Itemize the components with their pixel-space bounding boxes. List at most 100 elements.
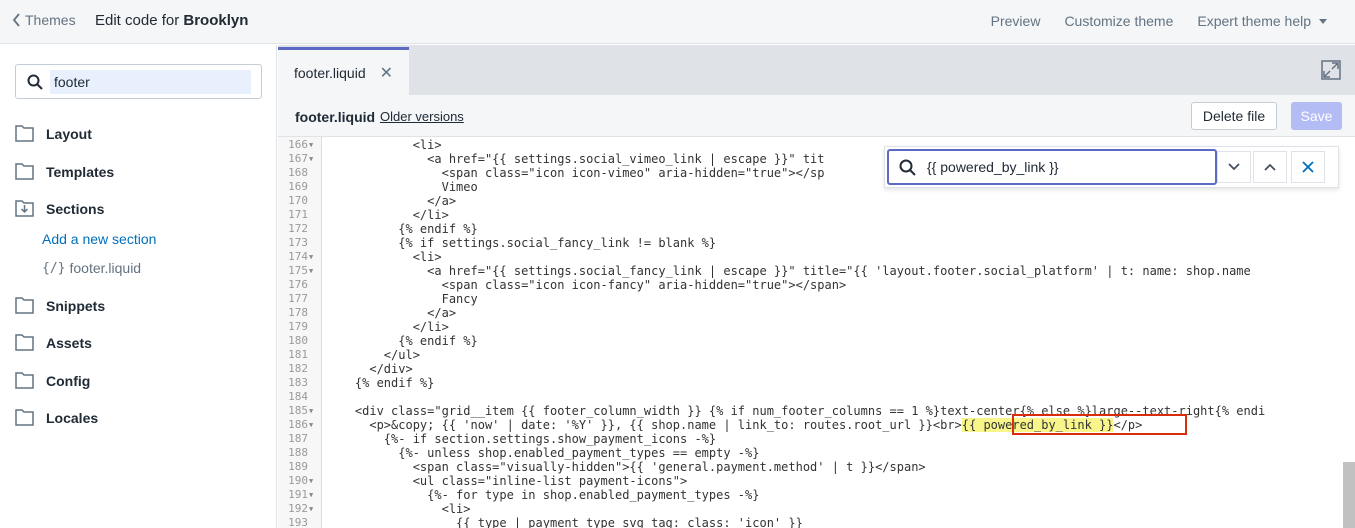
expert-theme-help-dropdown[interactable]: Expert theme help bbox=[1197, 13, 1327, 29]
find-input[interactable]: {{ powered_by_link }} bbox=[887, 149, 1217, 185]
folder-config[interactable]: Config bbox=[15, 372, 90, 389]
file-footer-liquid[interactable]: {/} footer.liquid bbox=[42, 260, 141, 276]
code-line: 172 {% endif %} bbox=[278, 222, 1355, 236]
expand-icon[interactable] bbox=[1321, 60, 1341, 80]
code-line: 181 </ul> bbox=[278, 348, 1355, 362]
code-line: 176 <span class="icon icon-fancy" aria-h… bbox=[278, 278, 1355, 292]
line-number: 184 bbox=[288, 390, 308, 403]
code-text: {% if settings.social_fancy_link != blan… bbox=[326, 236, 717, 250]
chevron-up-icon bbox=[1264, 163, 1276, 171]
code-line: 175 ▼ <a href="{{ settings.social_fancy_l… bbox=[278, 264, 1355, 278]
find-next-button[interactable] bbox=[1217, 151, 1251, 183]
folder-layout[interactable]: Layout bbox=[15, 125, 92, 142]
delete-file-button[interactable]: Delete file bbox=[1191, 102, 1277, 130]
search-icon bbox=[899, 159, 916, 176]
preview-link[interactable]: Preview bbox=[991, 13, 1041, 29]
fold-arrow-icon[interactable]: ▼ bbox=[309, 404, 313, 418]
line-number: 172 bbox=[288, 222, 308, 235]
customize-theme-link[interactable]: Customize theme bbox=[1064, 13, 1173, 29]
code-text: {%- for type in shop.enabled_payment_typ… bbox=[326, 488, 760, 502]
code-line: 193 {{ type | payment_type_svg_tag: clas… bbox=[278, 516, 1355, 528]
file-footer-liquid-label: footer.liquid bbox=[69, 260, 142, 276]
code-line: 186 ▼ <p>&copy; {{ 'now' | date: '%Y' }},… bbox=[278, 418, 1355, 432]
code-line: 180 {% endif %} bbox=[278, 334, 1355, 348]
folder-config-label: Config bbox=[46, 372, 91, 389]
line-number: 180 bbox=[288, 334, 308, 347]
folder-layout-label: Layout bbox=[46, 125, 92, 142]
tab-footer-liquid[interactable]: footer.liquid ✕ bbox=[278, 47, 409, 95]
fold-arrow-icon[interactable]: ▼ bbox=[309, 418, 313, 432]
code-text: {% endif %} bbox=[326, 222, 478, 236]
file-search-input[interactable]: footer bbox=[15, 64, 262, 99]
code-line: 174 ▼ <li> bbox=[278, 250, 1355, 264]
code-text: {% endif %} bbox=[326, 376, 435, 390]
code-text: <a href="{{ settings.social_fancy_link |… bbox=[326, 264, 1251, 278]
fold-arrow-icon[interactable]: ▼ bbox=[309, 474, 313, 488]
tab-label: footer.liquid bbox=[294, 64, 366, 81]
folder-sections[interactable]: Sections bbox=[15, 200, 104, 217]
fold-arrow-icon[interactable]: ▼ bbox=[309, 138, 313, 152]
code-line: 188 {%- unless shop.enabled_payment_type… bbox=[278, 446, 1355, 460]
folder-icon bbox=[15, 163, 34, 180]
folder-open-icon bbox=[15, 200, 34, 217]
line-number: 189 bbox=[288, 460, 308, 473]
line-number: 170 bbox=[288, 194, 308, 207]
scrollbar[interactable] bbox=[1343, 462, 1355, 528]
line-number: 175 bbox=[288, 264, 308, 277]
line-number: 167 bbox=[288, 152, 308, 165]
code-text: <span class="icon icon-fancy" aria-hidde… bbox=[326, 278, 847, 292]
chevron-down-icon bbox=[1228, 163, 1240, 171]
fold-arrow-icon[interactable]: ▼ bbox=[309, 502, 313, 516]
file-sidebar: footer Layout Templates Sections Add a n… bbox=[0, 45, 277, 528]
save-button[interactable]: Save bbox=[1291, 102, 1342, 130]
code-line: 190 ▼ <ul class="inline-list payment-icon… bbox=[278, 474, 1355, 488]
close-icon[interactable]: ✕ bbox=[380, 63, 393, 83]
folder-icon bbox=[15, 125, 34, 142]
code-text: </a> bbox=[326, 306, 457, 320]
fold-arrow-icon[interactable]: ▼ bbox=[309, 488, 313, 502]
fold-arrow-icon[interactable]: ▼ bbox=[309, 152, 313, 166]
folder-icon bbox=[15, 297, 34, 314]
line-number: 191 bbox=[288, 488, 308, 501]
code-line: 187 {%- if section.settings.show_payment… bbox=[278, 432, 1355, 446]
theme-name: Brooklyn bbox=[183, 12, 249, 29]
fold-arrow-icon[interactable]: ▼ bbox=[309, 264, 313, 278]
folder-icon bbox=[15, 334, 34, 351]
code-editor[interactable]: 166 ▼ <li> 167 ▼ <a href="{{ settings.socia… bbox=[278, 137, 1355, 528]
folder-snippets[interactable]: Snippets bbox=[15, 297, 105, 314]
code-line: 173 {% if settings.social_fancy_link != … bbox=[278, 236, 1355, 250]
line-number: 185 bbox=[288, 404, 308, 417]
code-line: 185 ▼ <div class="grid__item {{ footer_co… bbox=[278, 404, 1355, 418]
folder-locales[interactable]: Locales bbox=[15, 409, 98, 426]
expert-theme-help-label: Expert theme help bbox=[1197, 13, 1311, 29]
code-line: 179 </li> bbox=[278, 320, 1355, 334]
code-text: </li> bbox=[326, 208, 449, 222]
find-widget: {{ powered_by_link }} bbox=[884, 146, 1339, 188]
top-bar: Themes Edit code for Brooklyn Preview Cu… bbox=[0, 0, 1355, 44]
code-text: Fancy bbox=[326, 292, 478, 306]
fold-arrow-icon[interactable]: ▼ bbox=[309, 250, 313, 264]
close-find-button[interactable] bbox=[1291, 151, 1325, 183]
older-versions-link[interactable]: Older versions bbox=[380, 109, 464, 124]
code-text: <li> bbox=[326, 502, 471, 516]
code-text: </ul> bbox=[326, 348, 420, 362]
code-text: {% endif %} bbox=[326, 334, 478, 348]
back-to-themes-link[interactable]: Themes bbox=[12, 12, 76, 28]
page-title-prefix: Edit code for bbox=[95, 12, 184, 29]
code-text: {{ type | payment_type_svg_tag: class: '… bbox=[326, 516, 803, 528]
code-text: </div> bbox=[326, 362, 413, 376]
line-number: 186 bbox=[288, 418, 308, 431]
code-line: 178 </a> bbox=[278, 306, 1355, 320]
code-text: <span class="visually-hidden">{{ 'genera… bbox=[326, 460, 926, 474]
line-number: 182 bbox=[288, 362, 308, 375]
line-number: 179 bbox=[288, 320, 308, 333]
add-new-section-link[interactable]: Add a new section bbox=[42, 231, 156, 247]
line-number: 178 bbox=[288, 306, 308, 319]
highlight-annotation-box bbox=[1012, 414, 1187, 435]
folder-templates[interactable]: Templates bbox=[15, 163, 114, 180]
find-previous-button[interactable] bbox=[1253, 151, 1287, 183]
folder-assets[interactable]: Assets bbox=[15, 334, 92, 351]
code-line: 171 </li> bbox=[278, 208, 1355, 222]
chevron-left-icon bbox=[12, 13, 20, 27]
editor-tab-bar: footer.liquid ✕ bbox=[278, 45, 1355, 95]
